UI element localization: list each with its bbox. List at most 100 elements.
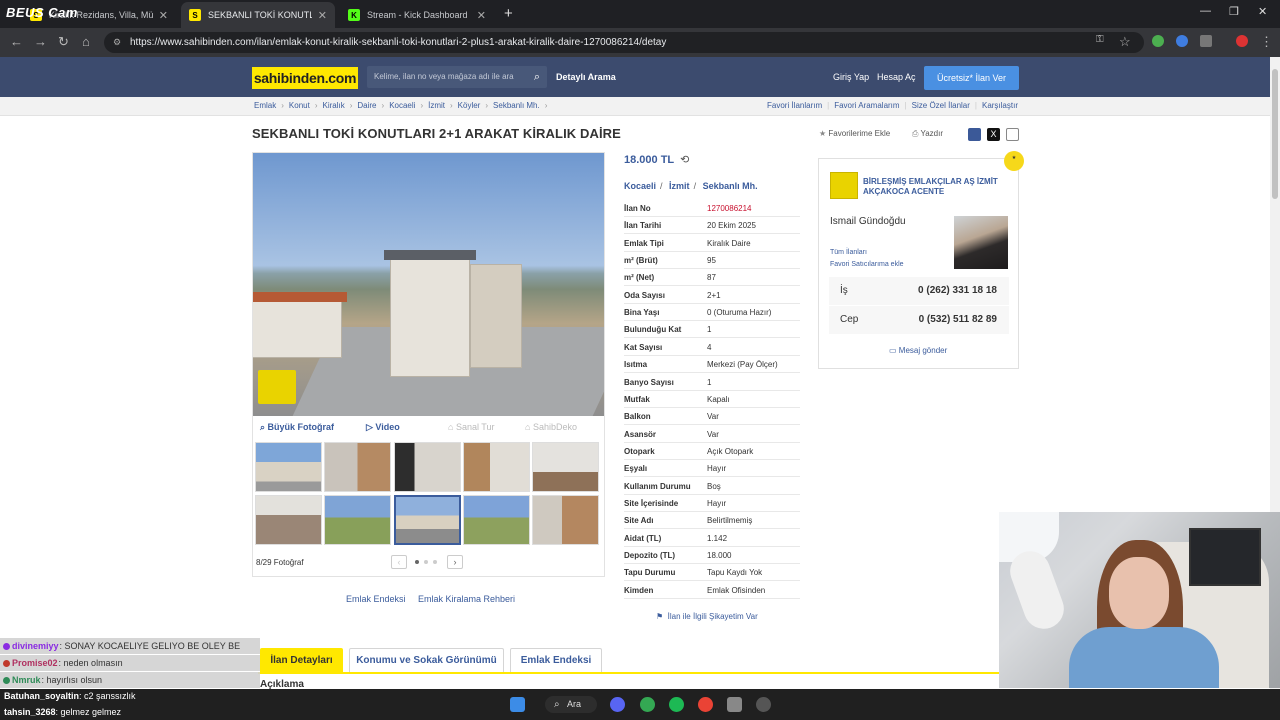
discord-icon[interactable] xyxy=(610,697,625,712)
minimize-icon[interactable]: — xyxy=(1200,5,1211,17)
chat-message: Nmruk: hayırlısı olsun xyxy=(0,672,260,688)
windows-start-icon[interactable] xyxy=(510,697,525,712)
site-logo[interactable]: sahibinden.com xyxy=(252,67,358,89)
browser-tab-active[interactable]: S SEKBANLI TOKİ KONUTLARI 2+1 ARAKAT ✕ xyxy=(181,2,335,28)
send-message-button[interactable]: ▭ Mesaj gönder xyxy=(889,346,947,355)
phone-number[interactable]: 0 (532) 511 82 89 xyxy=(919,306,997,334)
spec-label: Site Adı xyxy=(624,516,654,526)
favorite-listings-link[interactable]: Favori İlanlarım xyxy=(767,101,822,110)
complaint-link[interactable]: ⚑ İlan ile İlgili Şikayetim Var xyxy=(656,612,758,621)
special-listings-link[interactable]: Size Özel İlanlar xyxy=(912,101,970,110)
email-share-icon[interactable] xyxy=(1006,128,1019,141)
agency-logo[interactable] xyxy=(830,172,858,199)
rental-guide-link[interactable]: Emlak Kiralama Rehberi xyxy=(418,594,515,604)
close-icon[interactable]: ✕ xyxy=(477,9,486,22)
pager-dot[interactable] xyxy=(433,560,437,564)
breadcrumb-item[interactable]: Köyler xyxy=(458,101,481,110)
back-icon[interactable]: ← xyxy=(10,34,23,49)
thumbnail[interactable] xyxy=(394,442,461,492)
thumbnail[interactable] xyxy=(324,442,391,492)
price-history-icon[interactable]: ⟲ xyxy=(680,154,689,166)
add-favorite-seller-link[interactable]: Favori Satıcılarıma ekle xyxy=(830,261,904,268)
extension-icon[interactable] xyxy=(1152,35,1164,47)
spotify-icon[interactable] xyxy=(669,697,684,712)
tab-listing-details[interactable]: İlan Detayları xyxy=(260,648,343,672)
url-field[interactable]: ⚙ https://www.sahibinden.com/ilan/emlak-… xyxy=(104,32,1144,53)
compare-link[interactable]: Karşılaştır xyxy=(982,101,1018,110)
favorite-searches-link[interactable]: Favori Aramalarım xyxy=(834,101,899,110)
tab-real-estate-index[interactable]: Emlak Endeksi xyxy=(510,648,602,672)
thumbnail[interactable] xyxy=(324,495,391,545)
extensions-puzzle-icon[interactable] xyxy=(1200,35,1212,47)
big-photo-button[interactable]: ⌕ Büyük Fotoğraf xyxy=(260,422,334,433)
breadcrumb-item[interactable]: Kiralık xyxy=(322,101,344,110)
site-info-icon[interactable]: ⚙ xyxy=(113,32,121,53)
pager-dot[interactable] xyxy=(424,560,428,564)
breadcrumb-item[interactable]: Emlak xyxy=(254,101,276,110)
thumbnail[interactable] xyxy=(463,442,530,492)
virtual-tour-button: ⌂ Sanal Tur xyxy=(448,422,495,432)
menu-icon[interactable]: ⋮ xyxy=(1260,34,1273,50)
extension-icon[interactable] xyxy=(1176,35,1188,47)
thumbnail-selected[interactable] xyxy=(394,495,461,545)
browser-tab[interactable]: K Stream - Kick Dashboard ✕ xyxy=(340,2,494,28)
location-city[interactable]: Kocaeli xyxy=(624,181,656,191)
x-share-icon[interactable]: X xyxy=(987,128,1000,141)
facebook-share-icon[interactable] xyxy=(968,128,981,141)
spec-value: 20 Ekim 2025 xyxy=(707,221,756,231)
roof xyxy=(384,250,476,260)
thumbnail[interactable] xyxy=(463,495,530,545)
print-button[interactable]: ⎙ Yazdır xyxy=(912,129,943,139)
taskbar-search[interactable]: ⌕ Ara xyxy=(545,696,597,713)
breadcrumb-item[interactable]: Daire xyxy=(357,101,376,110)
obs-icon[interactable] xyxy=(756,697,771,712)
breadcrumb-item[interactable]: Kocaeli xyxy=(389,101,415,110)
tab-location-street-view[interactable]: Konumu ve Sokak Görünümü xyxy=(349,648,504,672)
detailed-search-link[interactable]: Detaylı Arama xyxy=(556,72,616,82)
thumbnail[interactable] xyxy=(255,495,322,545)
next-page-button[interactable]: › xyxy=(447,555,463,569)
profile-avatar[interactable] xyxy=(1236,35,1248,47)
reload-icon[interactable]: ↻ xyxy=(58,34,69,50)
chrome-icon[interactable] xyxy=(640,697,655,712)
chrome-active-icon[interactable] xyxy=(698,697,713,712)
forward-icon[interactable]: → xyxy=(34,34,47,49)
login-link[interactable]: Giriş Yap xyxy=(833,72,869,82)
bookmark-star-icon[interactable]: ☆ xyxy=(1119,34,1131,50)
scrollbar-thumb[interactable] xyxy=(1272,69,1278,199)
home-icon[interactable]: ⌂ xyxy=(82,34,90,49)
agency-name[interactable]: BİRLEŞMİŞ EMLAKÇILAR AŞ İZMİT AKÇAKOCA A… xyxy=(863,177,1013,197)
chat-username: tahsin_3268 xyxy=(4,707,56,717)
app-icon[interactable] xyxy=(727,697,742,712)
phone-number[interactable]: 0 (262) 331 18 18 xyxy=(918,277,997,305)
register-link[interactable]: Hesap Aç xyxy=(877,72,916,82)
breadcrumb-item[interactable]: Sekbanlı Mh. xyxy=(493,101,540,110)
chat-text: : c2 şanssızlık xyxy=(79,691,136,701)
close-window-icon[interactable]: ✕ xyxy=(1258,5,1267,18)
search-icon[interactable]: ⌕ xyxy=(534,66,540,88)
main-photo[interactable] xyxy=(252,152,604,416)
add-favorite-button[interactable]: ★ Favorilerime Ekle xyxy=(819,129,890,138)
pager-dot[interactable] xyxy=(415,560,419,564)
post-listing-button[interactable]: Ücretsiz* İlan Ver xyxy=(924,66,1019,90)
thumbnail[interactable] xyxy=(255,442,322,492)
location-district[interactable]: İzmit xyxy=(669,181,690,191)
breadcrumb-item[interactable]: İzmit xyxy=(428,101,445,110)
close-icon[interactable]: ✕ xyxy=(159,9,168,22)
breadcrumb-item[interactable]: Konut xyxy=(289,101,310,110)
video-button[interactable]: ▷ Video xyxy=(366,422,400,433)
close-icon[interactable]: ✕ xyxy=(318,9,327,22)
prev-page-button[interactable]: ‹ xyxy=(391,555,407,569)
maximize-icon[interactable]: ❐ xyxy=(1229,5,1239,18)
password-key-icon[interactable]: ⚿ xyxy=(1096,34,1104,45)
spec-value: Boş xyxy=(707,481,721,491)
new-tab-button[interactable]: + xyxy=(504,5,513,22)
complaint-label: İlan ile İlgili Şikayetim Var xyxy=(667,612,758,621)
thumbnail[interactable] xyxy=(532,442,599,492)
all-listings-link[interactable]: Tüm İlanları xyxy=(830,249,867,256)
thumbnail[interactable] xyxy=(532,495,599,545)
page-title: SEKBANLI TOKİ KONUTLARI 2+1 ARAKAT KİRAL… xyxy=(252,126,621,141)
real-estate-index-link[interactable]: Emlak Endeksi xyxy=(346,594,406,604)
search-input[interactable]: Kelime, ilan no veya mağaza adı ile ara … xyxy=(367,66,547,88)
location-neighborhood[interactable]: Sekbanlı Mh. xyxy=(703,181,758,191)
